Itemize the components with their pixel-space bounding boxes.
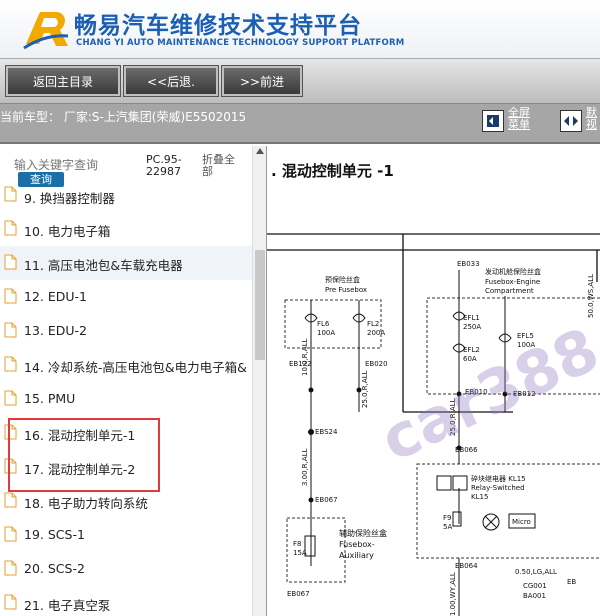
current-model-text: 当前车型： 厂家:S-上汽集团(荣威)E5502015: [0, 110, 247, 124]
ba001-label: BA001: [523, 592, 546, 600]
f8-label: F8: [293, 540, 301, 548]
tree-item[interactable]: 10. 电力电子箱: [0, 212, 252, 246]
tree-item-label: 10. 电力电子箱: [24, 224, 111, 239]
document-icon: [4, 390, 17, 406]
header: 畅易汽车维修技术支持平台 CHANG YI AUTO MAINTENANCE T…: [0, 0, 600, 58]
eb067-label-b: EB067: [287, 590, 310, 598]
document-tree: 9. 换挡器控制器 10. 电力电子箱 11. 高压电池包&车载充电器 12. …: [0, 184, 252, 616]
tree-item[interactable]: 12. EDU-1: [0, 280, 252, 314]
model-bar: 当前车型： 厂家:S-上汽集团(荣威)E5502015 全屏 菜单 默 视: [0, 104, 600, 144]
eb067-label-a: EB067: [315, 496, 338, 504]
site-subtitle: CHANG YI AUTO MAINTENANCE TECHNOLOGY SUP…: [76, 38, 405, 48]
pre-fusebox-en: Pre Fusebox: [325, 286, 367, 294]
tree-item-label: 21. 电子真空泵: [24, 598, 111, 613]
tree-item[interactable]: 14. 冷却系统-高压电池包&电力电子箱&: [0, 348, 252, 382]
document-icon: [4, 186, 17, 202]
view-toggle-icon[interactable]: [560, 110, 582, 132]
site-title: 畅易汽车维修技术支持平台: [74, 13, 362, 39]
fullscreen-icon[interactable]: [482, 110, 504, 132]
logo-icon: [23, 12, 69, 50]
scroll-thumb[interactable]: [255, 250, 265, 360]
relay-en1: Relay-Switched: [471, 484, 525, 492]
wire-label-6: 1.00,WY,ALL: [449, 572, 457, 616]
relay-en2: KL15: [471, 493, 488, 501]
tree-item-label: 12. EDU-1: [24, 289, 87, 304]
aux-fusebox-cn: 辅助保险丝盒: [339, 528, 387, 538]
ebs24-label: EBS24: [315, 428, 338, 436]
tree-item-label: 15. PMU: [24, 391, 76, 406]
wire-label-4: 3.00,R,ALL: [301, 448, 309, 486]
document-icon: [4, 356, 17, 372]
tree-item[interactable]: 20. SCS-2: [0, 552, 252, 586]
collapse-all-link[interactable]: 折叠全 部: [202, 154, 235, 178]
eb033-label: EB033: [457, 260, 480, 268]
aux-fusebox-en2: Auxiliary: [339, 551, 374, 560]
fullscreen-menu-link[interactable]: 全屏 菜单: [508, 107, 530, 131]
content-pane: . 混动控制单元 -1 预保险丝盒 Pre Fusebox 发动机舱保险丝盒 F…: [266, 146, 600, 616]
eb-label: EB: [567, 578, 576, 586]
efl2-label: EFL2: [463, 346, 480, 354]
tree-item-label: 20. SCS-2: [24, 561, 85, 576]
document-icon: [4, 322, 17, 338]
default-view-link[interactable]: 默 视: [586, 107, 597, 131]
fl6-label: FL6: [317, 320, 330, 328]
fl2-label: FL2: [367, 320, 379, 328]
sidebar: 查询 PC.95- 22987 折叠全 部 9. 换挡器控制器 10. 电力电子…: [0, 146, 252, 616]
scroll-up-icon[interactable]: [256, 148, 264, 154]
wire-label-2: 25.0,R,ALL: [361, 370, 369, 408]
tree-item-label: 11. 高压电池包&车载充电器: [24, 258, 183, 273]
sidebar-scrollbar[interactable]: [252, 146, 266, 616]
f9-amp: 5A: [443, 523, 452, 531]
tree-item-label: 14. 冷却系统-高压电池包&电力电子箱&: [24, 360, 247, 375]
efl2-amp: 60A: [463, 355, 477, 363]
engine-fusebox-cn: 发动机舱保险丝盒: [485, 267, 541, 276]
home-button[interactable]: 返回主目录: [6, 66, 120, 96]
forward-button[interactable]: >>前进: [222, 66, 302, 96]
aux-fusebox-en1: Fusebox-: [339, 540, 375, 549]
highlight-box: [8, 418, 160, 492]
tree-item[interactable]: 15. PMU: [0, 382, 252, 416]
document-icon: [4, 526, 17, 542]
pc-code-text: PC.95- 22987: [146, 153, 182, 178]
fl6-amp: 100A: [317, 329, 335, 337]
eb064-label: EB064: [455, 562, 478, 570]
document-icon: [4, 254, 17, 270]
engine-fusebox-en1: Fusebox-Engine: [485, 278, 540, 286]
tree-item-label: 19. SCS-1: [24, 527, 85, 542]
tree-item-label: 18. 电子助力转向系统: [24, 496, 148, 511]
document-icon: [4, 560, 17, 576]
relay-cn: 碎块继电器 KL15: [471, 474, 526, 483]
app-window: 畅易汽车维修技术支持平台 CHANG YI AUTO MAINTENANCE T…: [0, 0, 600, 616]
toolbar: 返回主目录 <<后退. >>前进: [0, 58, 600, 104]
wire-label-1: 10.0,R,ALL: [301, 338, 309, 376]
tree-item[interactable]: 9. 换挡器控制器: [0, 184, 252, 212]
efl1-label: EFL1: [463, 314, 480, 322]
engine-fusebox-en2: Compartment: [485, 287, 534, 295]
f9-label: F9: [443, 514, 451, 522]
tree-item[interactable]: 13. EDU-2: [0, 314, 252, 348]
document-icon: [4, 220, 17, 236]
section-title: . 混动控制单元 -1: [271, 162, 394, 180]
tree-item[interactable]: 19. SCS-1: [0, 518, 252, 552]
back-button[interactable]: <<后退.: [124, 66, 218, 96]
f8-amp: 15A: [293, 549, 307, 557]
fl2-amp: 200A: [367, 329, 385, 337]
document-icon: [4, 492, 17, 508]
eb020-label: EB020: [365, 360, 388, 368]
document-icon: [4, 288, 17, 304]
document-icon: [4, 594, 17, 610]
pre-fusebox-cn: 预保险丝盒: [325, 275, 360, 284]
micro-label: Micro: [512, 518, 531, 526]
efl1-amp: 250A: [463, 323, 481, 331]
wire-label-7: 0.50,LG,ALL: [515, 568, 557, 576]
cg001-label: CG001: [523, 582, 547, 590]
tree-item[interactable]: 11. 高压电池包&车载充电器: [0, 246, 252, 280]
tree-item[interactable]: 21. 电子真空泵: [0, 586, 252, 616]
tree-item-label: 13. EDU-2: [24, 323, 87, 338]
tree-item-label: 9. 换挡器控制器: [24, 191, 115, 206]
